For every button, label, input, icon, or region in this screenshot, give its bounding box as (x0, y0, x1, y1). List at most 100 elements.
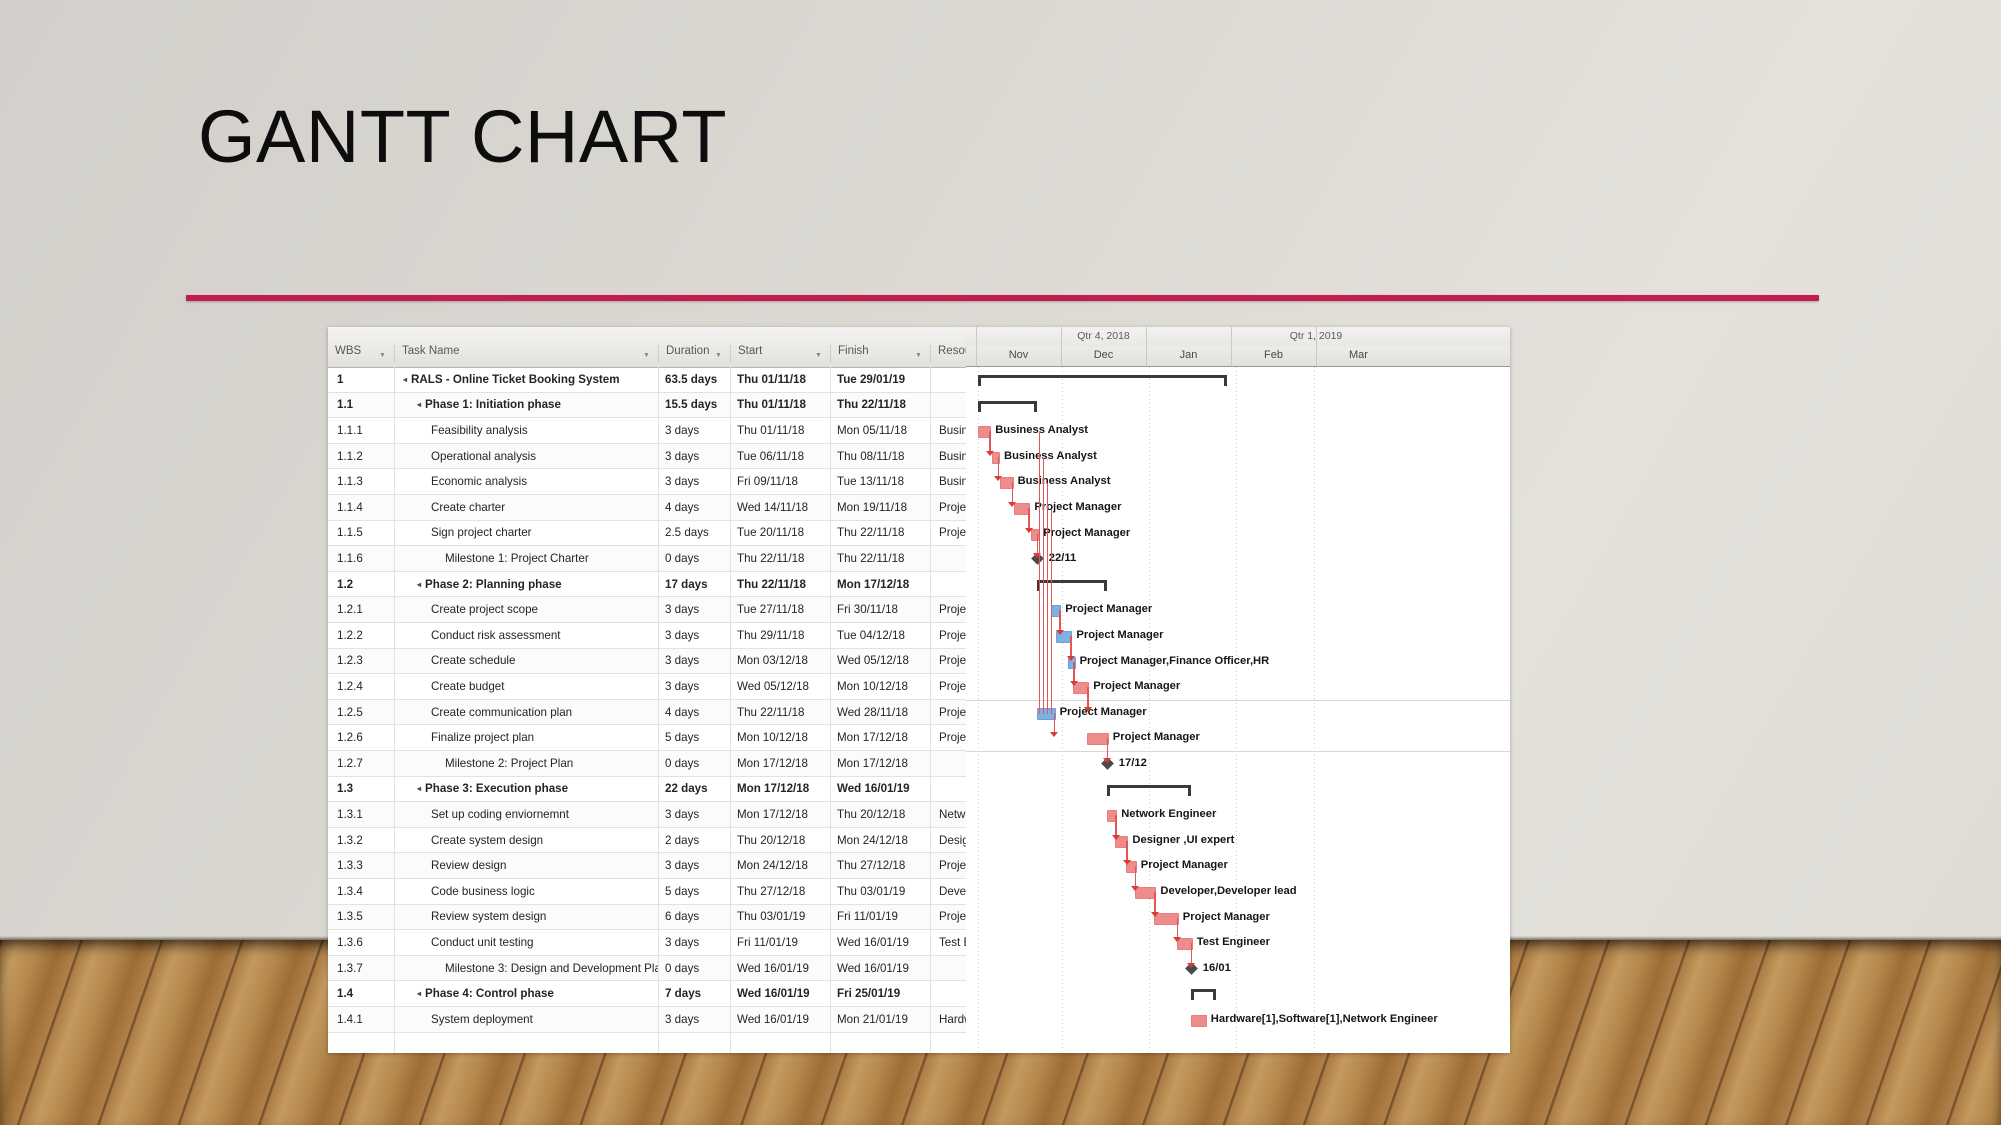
cell-start: Fri 11/01/19 (730, 930, 830, 955)
table-row[interactable]: 1.3.1 Set up coding enviornemnt 3 days Mon … (328, 802, 1031, 828)
cell-fin: Tue 13/11/18 (830, 469, 930, 494)
table-row[interactable] (328, 1032, 966, 1053)
task-table-pane: WBSTask NameDurationStartFinishResource … (328, 327, 1159, 1053)
collapse-triangle-icon[interactable]: ◂ (417, 989, 421, 998)
gantt-task-bar[interactable] (1190, 1015, 1207, 1027)
filter-dropdown-icon-name[interactable] (642, 350, 651, 359)
table-row[interactable]: 1.1.1 Feasibility analysis 3 days Thu 01/11… (328, 418, 1027, 444)
table-row[interactable]: 1.1.5 Sign project charter 2.5 days Tue 20/… (328, 520, 1024, 547)
cell-wbs: 1.1 (337, 398, 354, 412)
gantt-bar-label: Developer,Developer lead (1160, 885, 1297, 897)
cell-start: Thu 22/11/18 (730, 699, 830, 725)
table-row[interactable]: 1.3.2 Create system design 2 days Thu 20/12… (328, 827, 1039, 854)
cell-dur: 63.5 days (658, 367, 730, 392)
table-row[interactable]: 1 ◂ RALS - Online Ticket Booking System 63.… (328, 367, 966, 393)
gantt-dependency-arrow-icon (1131, 886, 1140, 891)
gantt-bar-label: Business Analyst (1004, 449, 1097, 462)
cell-dur: 4 days (658, 699, 730, 725)
table-row[interactable]: 1.4.1 System deployment 3 days Wed 16/01/19… (328, 1007, 1159, 1033)
timescale-month-label: Mar (1349, 349, 1368, 361)
cell-name: Code business logic (394, 879, 658, 904)
cell-wbs: 1.2.3 (337, 654, 363, 668)
table-row[interactable]: 1.2.4 Create budget 3 days Wed 05/12/18 Mon … (328, 674, 1024, 700)
gantt-bar-label: 22/11 (1048, 552, 1077, 565)
table-row[interactable]: 1.1.3 Economic analysis 3 days Fri 09/11/18… (328, 469, 1027, 495)
gantt-summary-bar[interactable] (1106, 784, 1191, 796)
cell-fin: Mon 10/12/18 (830, 674, 930, 699)
cell-start: Mon 17/12/18 (730, 776, 830, 802)
table-row[interactable]: 1.1 ◂ Phase 1: Initiation phase 15.5 days Th… (328, 392, 966, 419)
column-header-name[interactable]: Task Name (394, 345, 658, 363)
slide-canvas: GANTT CHART WBSTask NameDurationStartFin… (0, 0, 2001, 1125)
cell-fin: Mon 17/12/18 (830, 751, 930, 776)
gantt-task-bar[interactable] (1087, 733, 1109, 746)
cell-wbs: 1.2.4 (337, 679, 363, 693)
table-row[interactable]: 1.3.3 Review design 3 days Mon 24/12/18 Thu … (328, 853, 1024, 879)
gantt-bar-label: Designer ,UI expert (1132, 833, 1235, 846)
table-row[interactable]: 1.3.4 Code business logic 5 days Thu 27/12/… (328, 879, 1072, 905)
filter-dropdown-icon-finish[interactable] (914, 350, 923, 359)
collapse-triangle-icon[interactable]: ◂ (417, 580, 421, 589)
table-row[interactable]: 1.2.7 Milestone 2: Project Plan 0 days Mon … (328, 751, 966, 777)
collapse-triangle-icon[interactable]: ◂ (417, 400, 421, 409)
cell-start: Thu 01/11/18 (730, 418, 830, 443)
gantt-summary-bar[interactable] (978, 400, 1037, 412)
timescale-separator (1316, 327, 1317, 366)
timescale-month-label: Feb (1264, 349, 1283, 361)
table-row[interactable]: 1.3.5 Review system design 6 days Thu 03/01… (328, 904, 1024, 931)
gantt-summary-bar[interactable] (1190, 989, 1216, 1001)
cell-wbs: 1.2.7 (337, 756, 363, 770)
gantt-timeline-pane: Qtr 4, 2018 Qtr 1, 2019 Nov Dec Jan Feb Mar B… (966, 327, 1510, 1053)
table-row[interactable]: 1.2.3 Create schedule 3 days Mon 03/12/18 We… (328, 648, 1124, 675)
gantt-dependency-arrow-icon (994, 476, 1003, 482)
chart-gridline (1235, 367, 1237, 1053)
cell-dur: 3 days (658, 802, 730, 827)
gantt-bar-label: Business Analyst (995, 424, 1089, 437)
cell-fin: Mon 21/01/19 (830, 1007, 930, 1032)
cell-start: Wed 14/11/18 (730, 495, 830, 520)
timescale-month-label: Jan (1179, 349, 1198, 361)
cell-name: Create schedule (394, 648, 658, 674)
cell-wbs: 1.3.5 (337, 910, 363, 924)
gantt-bar-label: Project Manager (1043, 526, 1131, 539)
filter-dropdown-icon-wbs[interactable] (378, 350, 387, 359)
cell-start: Tue 20/11/18 (730, 520, 830, 546)
table-row[interactable]: 1.3 ◂ Phase 3: Execution phase 22 days Mon 1… (328, 776, 966, 803)
cell-dur: 3 days (658, 443, 730, 469)
cell-wbs: 1.1.5 (337, 526, 363, 540)
cell-name: Create system design (394, 827, 658, 853)
cell-dur: 3 days (658, 674, 730, 699)
table-row[interactable]: 1.2 ◂ Phase 2: Planning phase 17 days Thu 22… (328, 571, 966, 598)
cell-fin: Mon 17/12/18 (830, 725, 930, 750)
table-row[interactable]: 1.3.6 Conduct unit testing 3 days Fri 11/01… (328, 930, 1010, 956)
cell-wbs: 1.2.1 (337, 603, 363, 617)
table-row[interactable]: 1.4 ◂ Phase 4: Control phase 7 days Wed 16/0… (328, 981, 966, 1007)
chart-gridline (978, 367, 979, 1053)
table-row[interactable]: 1.2.6 Finalize project plan 5 days Mon 10/1… (328, 725, 1024, 751)
cell-fin: Fri 25/01/19 (830, 981, 930, 1006)
table-row[interactable]: 1.2.1 Create project scope 3 days Tue 27/11… (328, 597, 1024, 623)
table-row[interactable]: 1.2.2 Conduct risk assessment 3 days Thu 29… (328, 623, 1024, 649)
gantt-bar-label: Project Manager,Finance Officer,HR (1079, 654, 1270, 667)
timescale-quarter-band: Qtr 4, 2018 Qtr 1, 2019 (966, 327, 1510, 348)
cell-dur: 0 days (658, 955, 730, 981)
gantt-dependency-arrow-icon (1187, 962, 1196, 968)
table-row[interactable]: 1.1.6 Milestone 1: Project Charter 0 days T… (328, 546, 966, 572)
cell-wbs: 1.4 (337, 987, 354, 1001)
filter-dropdown-icon-start[interactable] (814, 350, 823, 359)
collapse-triangle-icon[interactable]: ◂ (403, 375, 407, 384)
gantt-bar-label: Project Manager (1093, 680, 1181, 693)
cell-wbs: 1 (337, 372, 344, 386)
table-row[interactable]: 1.1.2 Operational analysis 3 days Tue 06/11… (328, 443, 1027, 470)
timescale-month-band: Nov Dec Jan Feb Mar (966, 347, 1510, 367)
table-row[interactable]: 1.3.7 Milestone 3: Design and Development… (328, 955, 966, 982)
table-row[interactable]: 1.1.4 Create charter 4 days Wed 14/11/18 Mon… (328, 495, 1024, 521)
page-title: GANTT CHART (198, 95, 728, 178)
filter-dropdown-icon-duration[interactable] (714, 350, 723, 359)
gantt-summary-bar[interactable] (978, 375, 1228, 386)
chart-gridline (1314, 367, 1315, 1053)
cell-name: Conduct unit testing (394, 930, 658, 955)
table-row[interactable]: 1.2.5 Create communication plan 4 days Thu … (328, 699, 1024, 726)
title-divider-rule (186, 295, 1819, 301)
collapse-triangle-icon[interactable]: ◂ (417, 784, 421, 793)
